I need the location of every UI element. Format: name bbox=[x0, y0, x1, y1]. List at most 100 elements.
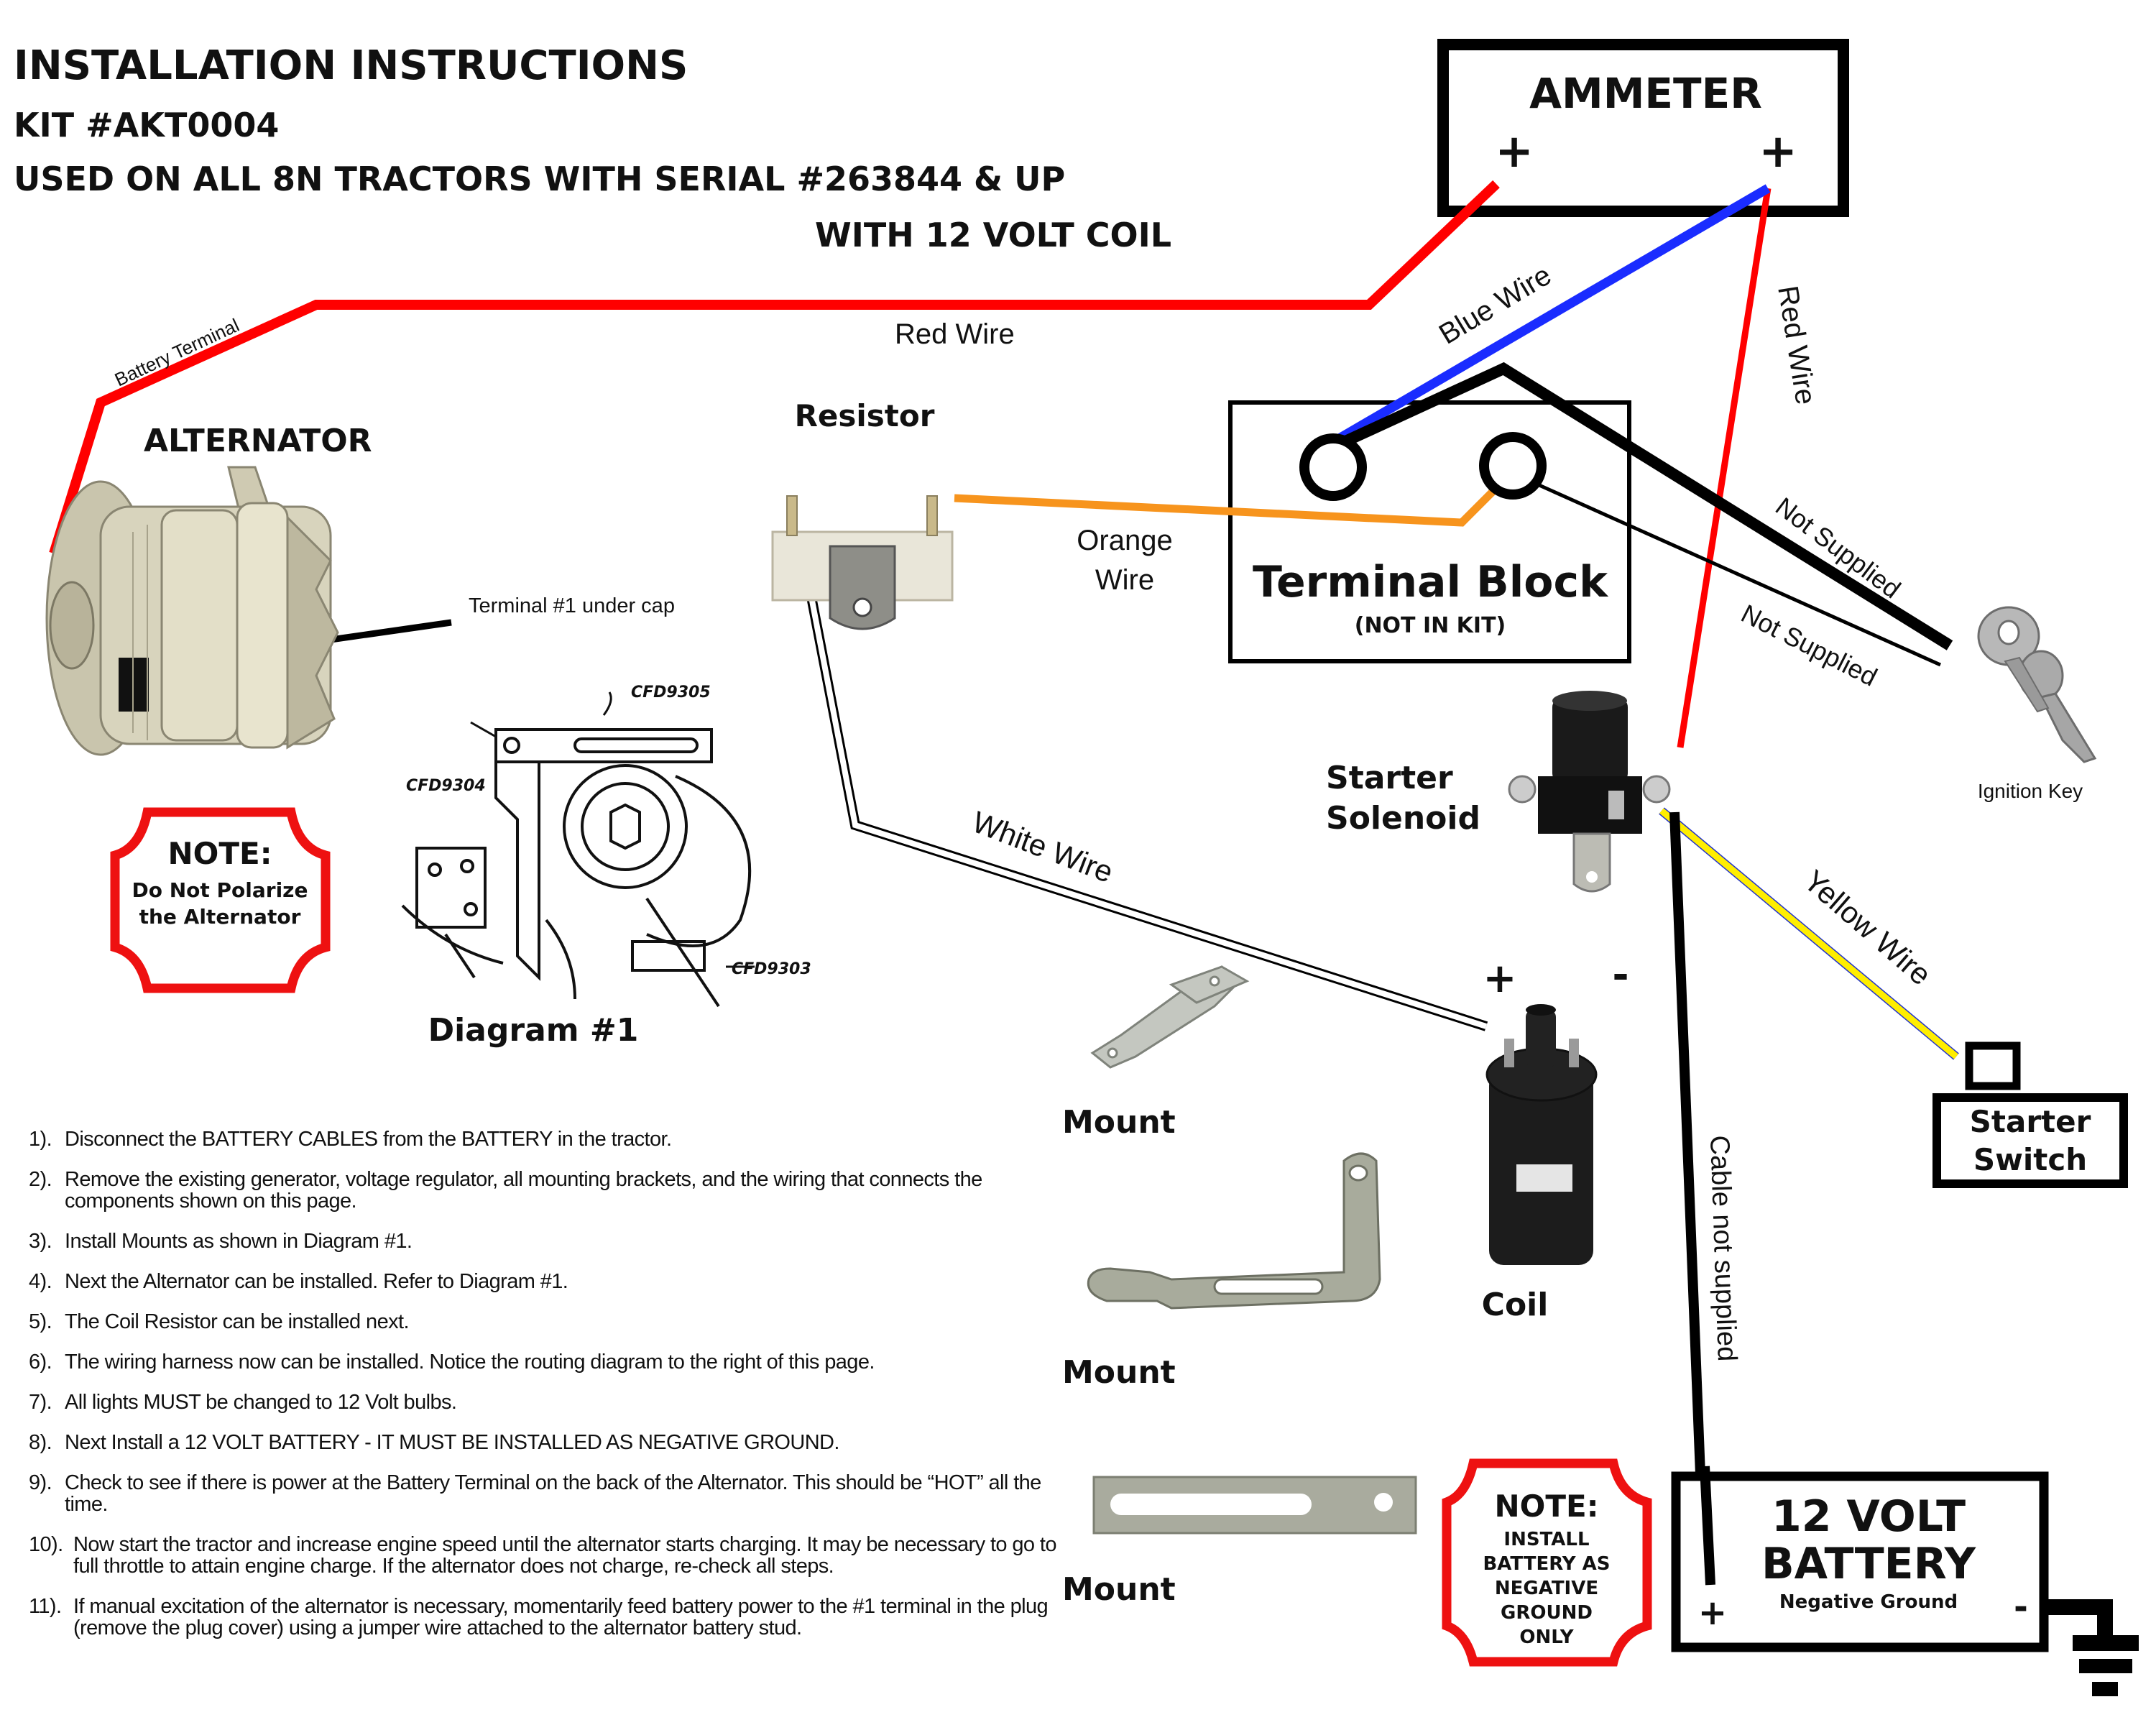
red-wire-solenoid bbox=[1677, 188, 1772, 748]
instruction-item: 7). All lights MUST be changed to 12 Volt… bbox=[29, 1392, 1056, 1413]
mounting-diagram bbox=[401, 691, 755, 1008]
note-2-title: NOTE: bbox=[1495, 1489, 1599, 1524]
kit-number: KIT #AKT0004 bbox=[14, 106, 279, 144]
instruction-number: 10). bbox=[29, 1533, 63, 1556]
mount-1-label: Mount bbox=[1062, 1104, 1176, 1141]
instruction-text: The Coil Resistor can be installed next. bbox=[65, 1310, 410, 1333]
red-wire-top-label: Red Wire bbox=[895, 318, 1015, 350]
note-badge-battery: NOTE: INSTALL BATTERY AS NEGATIVE GROUND… bbox=[1442, 1458, 1652, 1667]
not-supplied-label-2: Not Supplied bbox=[1736, 599, 1881, 692]
mount-2-label: Mount bbox=[1062, 1354, 1176, 1391]
instruction-text: Next Install a 12 VOLT BATTERY - IT MUST… bbox=[65, 1431, 839, 1454]
note-1-line-2: the Alternator bbox=[139, 905, 301, 929]
instruction-item: 1). Disconnect the BATTERY CABLES from th… bbox=[29, 1128, 1056, 1150]
instruction-number: 11). bbox=[29, 1595, 62, 1618]
instruction-item: 2). Remove the existing generator, voltag… bbox=[29, 1169, 1056, 1212]
battery: 12 VOLT BATTERY Negative Ground + - bbox=[1671, 1466, 2049, 1652]
starter-switch-label-2: Switch bbox=[1973, 1142, 2087, 1177]
battery-sublabel: Negative Ground bbox=[1779, 1591, 1958, 1613]
ammeter: AMMETER + + bbox=[1437, 39, 1849, 217]
part-label-cfd9304: CFD9304 bbox=[406, 777, 486, 795]
instruction-item: 6). The wiring harness now can be install… bbox=[29, 1351, 1056, 1373]
ground-symbol-icon bbox=[2041, 1599, 2139, 1696]
ignition-key-label: Ignition Key bbox=[1978, 780, 2083, 802]
applicability-line: USED ON ALL 8N TRACTORS WITH SERIAL #263… bbox=[14, 160, 1065, 198]
instruction-text: Now start the tractor and increase engin… bbox=[73, 1533, 1056, 1578]
terminal-post-left bbox=[1299, 433, 1367, 501]
ammeter-terminal-left: + bbox=[1495, 125, 1534, 178]
blue-wire-label: Blue Wire bbox=[1434, 259, 1557, 351]
terminal-block: Terminal Block (NOT IN KIT) bbox=[1228, 400, 1631, 663]
solenoid-label-2: Solenoid bbox=[1326, 800, 1480, 837]
instruction-text: All lights MUST be changed to 12 Volt bu… bbox=[65, 1391, 457, 1414]
solenoid-label-1: Starter bbox=[1326, 760, 1453, 796]
resistor-image bbox=[771, 495, 954, 630]
instruction-number: 1). bbox=[29, 1128, 52, 1151]
instruction-text: If manual excitation of the alternator i… bbox=[73, 1595, 1049, 1639]
instruction-number: 9). bbox=[29, 1471, 52, 1494]
instruction-text: Install Mounts as shown in Diagram #1. bbox=[65, 1230, 413, 1253]
mount-3-image bbox=[1092, 1476, 1417, 1535]
orange-wire-label-1: Orange bbox=[1077, 525, 1172, 556]
instruction-item: 4). Next the Alternator can be installed.… bbox=[29, 1271, 1056, 1292]
note-2-line-1: INSTALL bbox=[1503, 1529, 1589, 1550]
instruction-item: 9). Check to see if there is power at the… bbox=[29, 1472, 1056, 1515]
instruction-item: 11). If manual excitation of the alternat… bbox=[29, 1596, 1056, 1639]
solenoid-image bbox=[1508, 691, 1671, 893]
battery-label-2: BATTERY bbox=[1761, 1539, 1977, 1589]
instruction-item: 10). Now start the tractor and increase e… bbox=[29, 1534, 1056, 1577]
ignition-key-image bbox=[1977, 606, 2097, 763]
mount-1-image bbox=[1090, 965, 1250, 1069]
yellow-wire bbox=[1659, 808, 1958, 1059]
instructions-list: 1). Disconnect the BATTERY CABLES from th… bbox=[29, 1128, 1056, 1657]
note-badge-alternator: NOTE: Do Not Polarize the Alternator bbox=[110, 807, 331, 993]
instruction-number: 3). bbox=[29, 1230, 52, 1253]
instruction-item: 5). The Coil Resistor can be installed ne… bbox=[29, 1311, 1056, 1333]
alternator-label: ALTERNATOR bbox=[144, 423, 372, 459]
note-2-line-5: ONLY bbox=[1519, 1627, 1574, 1648]
instruction-text: Check to see if there is power at the Ba… bbox=[65, 1471, 1041, 1516]
instruction-item: 3). Install Mounts as shown in Diagram #1… bbox=[29, 1230, 1056, 1252]
instruction-number: 7). bbox=[29, 1391, 52, 1414]
note-2-line-3: NEGATIVE bbox=[1495, 1578, 1598, 1599]
instruction-number: 5). bbox=[29, 1310, 52, 1333]
battery-label-1: 12 VOLT bbox=[1772, 1491, 1966, 1542]
red-wire-right-label: Red Wire bbox=[1772, 284, 1822, 408]
coil-minus-label: - bbox=[1612, 952, 1628, 998]
starter-switch: Starter Switch bbox=[1932, 1041, 2128, 1188]
part-label-cfd9303: CFD9303 bbox=[732, 960, 811, 978]
instruction-number: 6). bbox=[29, 1351, 52, 1374]
battery-minus-label: - bbox=[2014, 1587, 2028, 1627]
battery-cable-end bbox=[1700, 1466, 1715, 1586]
terminal-post-right bbox=[1479, 432, 1547, 500]
coil-image bbox=[1485, 1004, 1598, 1265]
instruction-text: Disconnect the BATTERY CABLES from the B… bbox=[65, 1128, 672, 1151]
instruction-number: 4). bbox=[29, 1270, 52, 1293]
starter-switch-terminal bbox=[1965, 1041, 2021, 1090]
ammeter-terminal-right: + bbox=[1759, 125, 1797, 178]
instruction-item: 8). Next Install a 12 VOLT BATTERY - IT M… bbox=[29, 1432, 1056, 1453]
coil-plus-label: + bbox=[1483, 955, 1517, 1002]
coil-note-line: WITH 12 VOLT COIL bbox=[815, 216, 1171, 254]
terminal-block-label: Terminal Block bbox=[1253, 557, 1609, 607]
note-1-line-1: Do Not Polarize bbox=[132, 878, 308, 902]
alternator-image bbox=[45, 466, 339, 756]
terminal-block-sublabel: (NOT IN KIT) bbox=[1355, 613, 1506, 638]
page-title: INSTALLATION INSTRUCTIONS bbox=[14, 42, 688, 89]
battery-plus-label: + bbox=[1698, 1593, 1727, 1633]
instruction-text: Remove the existing generator, voltage r… bbox=[65, 1168, 982, 1213]
coil-label: Coil bbox=[1482, 1287, 1549, 1323]
instruction-text: Next the Alternator can be installed. Re… bbox=[65, 1270, 568, 1293]
white-wire-label: White Wire bbox=[968, 805, 1118, 889]
part-label-cfd9305: CFD9305 bbox=[631, 684, 711, 702]
instruction-text: The wiring harness now can be installed.… bbox=[65, 1351, 875, 1374]
instruction-number: 2). bbox=[29, 1168, 52, 1191]
terminal-callout-label: Terminal #1 under cap bbox=[469, 594, 675, 617]
mount-3-label: Mount bbox=[1062, 1571, 1176, 1608]
yellow-wire-label: Yellow Wire bbox=[1797, 863, 1938, 991]
ammeter-label: AMMETER bbox=[1529, 69, 1762, 118]
resistor-label: Resistor bbox=[795, 398, 935, 433]
orange-wire-label-2: Wire bbox=[1095, 564, 1154, 596]
diagram-label: Diagram #1 bbox=[428, 1012, 639, 1049]
note-2-line-4: GROUND bbox=[1501, 1602, 1593, 1624]
